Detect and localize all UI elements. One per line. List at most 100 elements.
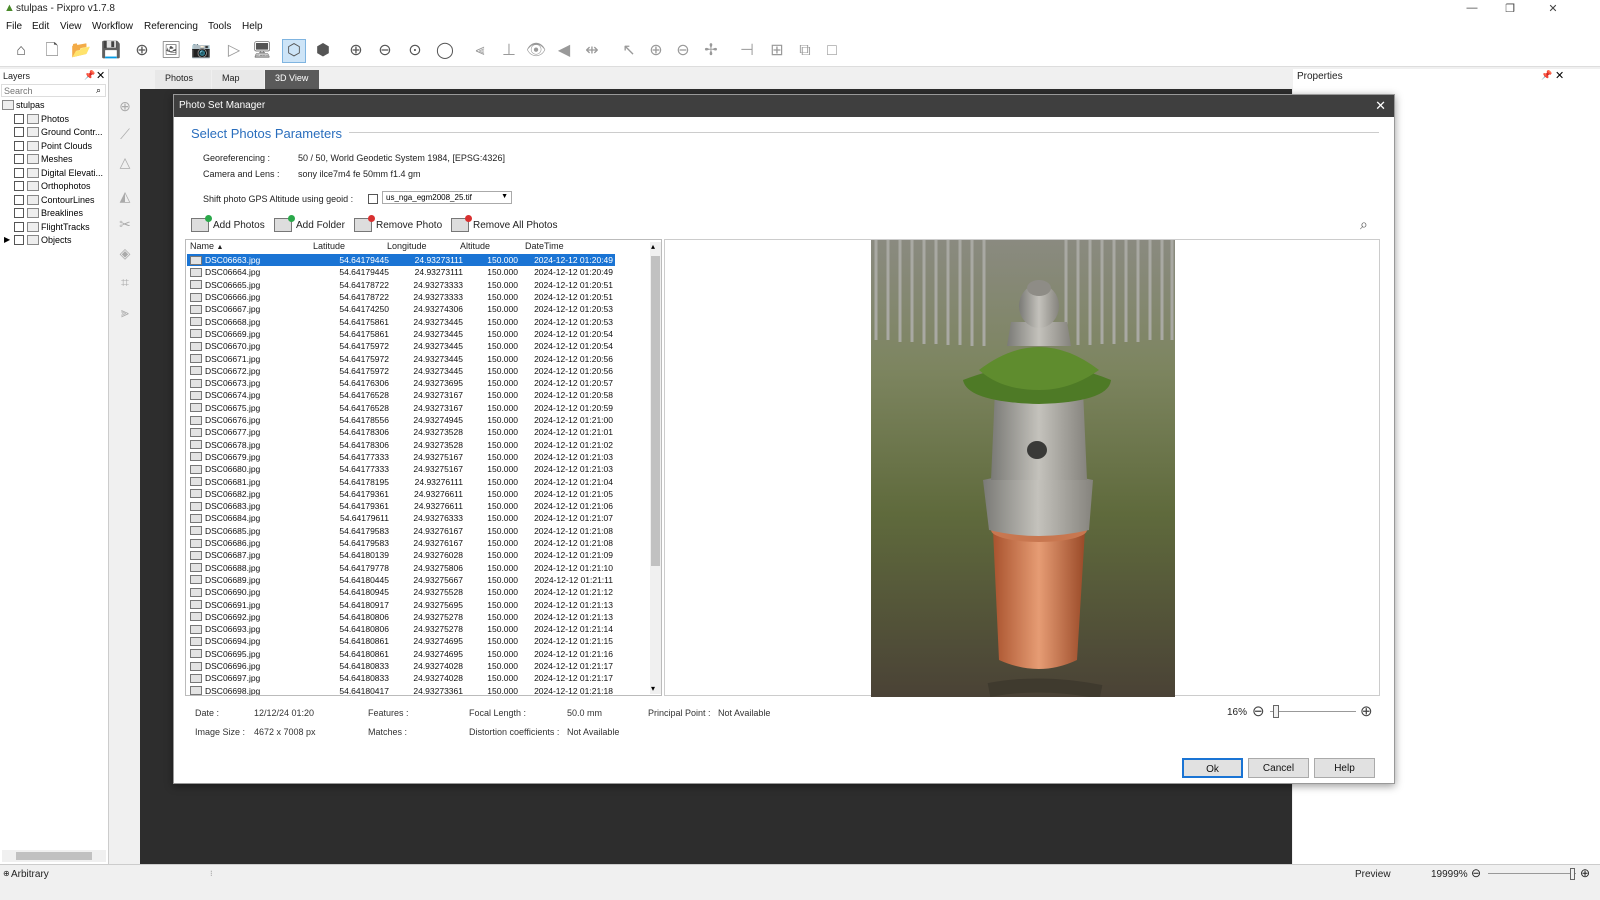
scroll-up-icon[interactable]: ▴ bbox=[651, 242, 655, 251]
eye-icon[interactable]: 👁 bbox=[524, 39, 548, 63]
menu-edit[interactable]: Edit bbox=[32, 21, 49, 32]
layer-item-contourlines[interactable]: ContourLines bbox=[14, 193, 95, 206]
layer-checkbox[interactable] bbox=[14, 113, 24, 124]
zoom-extent-icon[interactable]: ◯ bbox=[433, 39, 457, 63]
table-row[interactable]: DSC06687.jpg 54.64180139 24.93276028 150.00… bbox=[187, 549, 615, 561]
table-row[interactable]: DSC06689.jpg 54.64180445 24.93275667 150.00… bbox=[187, 574, 615, 586]
layers-search-input[interactable] bbox=[1, 84, 106, 97]
layer-checkbox[interactable] bbox=[14, 221, 24, 232]
close-icon[interactable]: ✕ bbox=[1375, 98, 1386, 114]
menu-tools[interactable]: Tools bbox=[208, 21, 231, 32]
square-icon[interactable]: □ bbox=[820, 39, 844, 63]
layer-item-breaklines[interactable]: Breaklines bbox=[14, 206, 83, 219]
pointer-icon[interactable]: ↖ bbox=[617, 39, 641, 63]
layer-checkbox[interactable] bbox=[14, 180, 24, 191]
column-header-latitude[interactable]: Latitude bbox=[313, 241, 345, 251]
table-row[interactable]: DSC06681.jpg 54.64178195 24.93276111 150.00… bbox=[187, 475, 615, 487]
tab-photos[interactable]: Photos bbox=[155, 70, 211, 89]
table-row[interactable]: DSC06663.jpg 54.64179445 24.93273111 150.00… bbox=[187, 254, 615, 267]
expand-arrow-icon[interactable]: ▶ bbox=[4, 235, 10, 244]
move-point-icon[interactable]: ✢ bbox=[699, 39, 723, 63]
menu-view[interactable]: View bbox=[60, 21, 82, 32]
layer-item-flighttracks[interactable]: FlightTracks bbox=[14, 220, 90, 233]
layer-item-ground-control[interactable]: Ground Contr... bbox=[14, 125, 103, 138]
table-row[interactable]: DSC06682.jpg 54.64179361 24.93276611 150.00… bbox=[187, 488, 615, 500]
target-icon[interactable]: ⊕ bbox=[130, 39, 154, 63]
table-row[interactable]: DSC06688.jpg 54.64179778 24.93275806 150.00… bbox=[187, 562, 615, 574]
crosshair-icon[interactable]: ⊕ bbox=[115, 98, 135, 118]
close-panel-icon[interactable]: ✕ bbox=[1555, 69, 1564, 82]
layer-checkbox[interactable] bbox=[14, 140, 24, 151]
column-header-longitude[interactable]: Longitude bbox=[387, 241, 427, 251]
remove-all-photos-button[interactable]: Remove All Photos bbox=[451, 215, 558, 234]
layer-checkbox[interactable] bbox=[14, 126, 24, 137]
menu-referencing[interactable]: Referencing bbox=[144, 21, 198, 32]
table-row[interactable]: DSC06691.jpg 54.64180917 24.93275695 150.00… bbox=[187, 598, 615, 610]
search-icon[interactable]: ⌕ bbox=[96, 85, 101, 96]
hscroll-thumb[interactable] bbox=[16, 852, 92, 860]
layer-item-dem[interactable]: Digital Elevati... bbox=[14, 166, 103, 179]
close-window-button[interactable]: ✕ bbox=[1538, 2, 1568, 16]
table-row[interactable]: DSC06685.jpg 54.64179583 24.93276167 150.00… bbox=[187, 525, 615, 537]
table-row[interactable]: DSC06672.jpg 54.64175972 24.93273445 150.00… bbox=[187, 365, 615, 377]
layers-view-icon[interactable]: ⧉ bbox=[793, 39, 817, 63]
table-row[interactable]: DSC06675.jpg 54.64176528 24.93273167 150.00… bbox=[187, 402, 615, 414]
shape-icon[interactable]: ◭ bbox=[115, 188, 135, 208]
scroll-down-icon[interactable]: ▾ bbox=[651, 684, 655, 693]
add-photos-button[interactable]: Add Photos bbox=[191, 215, 265, 234]
table-row[interactable]: DSC06697.jpg 54.64180833 24.93274028 150.00… bbox=[187, 672, 615, 684]
zoom-out-icon[interactable]: ⊖ bbox=[1252, 702, 1265, 720]
add-point-icon[interactable]: ⊕ bbox=[644, 39, 668, 63]
cube-outline-icon[interactable]: ⬢ bbox=[311, 39, 335, 63]
status-zoom-track[interactable] bbox=[1488, 873, 1576, 874]
preview-zoom-thumb[interactable] bbox=[1273, 705, 1280, 718]
table-row[interactable]: DSC06698.jpg 54.64180417 24.93273361 150.00… bbox=[187, 685, 615, 695]
table-row[interactable]: DSC06692.jpg 54.64180806 24.93275278 150.00… bbox=[187, 611, 615, 623]
table-row[interactable]: DSC06665.jpg 54.64178722 24.93273333 150.00… bbox=[187, 279, 615, 291]
layer-item-orthophotos[interactable]: Orthophotos bbox=[14, 179, 91, 192]
table-row[interactable]: DSC06684.jpg 54.64179611 24.93276333 150.00… bbox=[187, 512, 615, 524]
cube-3d-icon[interactable]: ⬡ bbox=[282, 39, 306, 63]
search-icon[interactable]: ⌕ bbox=[1360, 216, 1368, 233]
table-row[interactable]: DSC06690.jpg 54.64180945 24.93275528 150.00… bbox=[187, 586, 615, 598]
cut-icon[interactable]: ✂ bbox=[115, 216, 135, 236]
table-row[interactable]: DSC06696.jpg 54.64180833 24.93274028 150.00… bbox=[187, 660, 615, 672]
layer-item-meshes[interactable]: Meshes bbox=[14, 152, 73, 165]
monitor-icon[interactable]: 🖥 bbox=[250, 39, 274, 63]
pin-icon[interactable]: 📌 bbox=[1541, 70, 1552, 81]
zoom-in-icon[interactable]: ⊕ bbox=[344, 39, 368, 63]
preview-zoom-track[interactable] bbox=[1270, 711, 1356, 712]
photo-preview[interactable] bbox=[664, 239, 1380, 697]
polyline-icon[interactable]: ⟋ bbox=[115, 126, 135, 146]
remove-point-icon[interactable]: ⊖ bbox=[671, 39, 695, 63]
zoom-fit-icon[interactable]: ⊙ bbox=[403, 39, 427, 63]
tab-3d-view[interactable]: 3D View bbox=[265, 70, 319, 89]
list-scrollbar[interactable]: ▴ ▾ bbox=[650, 242, 661, 694]
table-row[interactable]: DSC06670.jpg 54.64175972 24.93273445 150.00… bbox=[187, 340, 615, 352]
new-file-icon[interactable]: 🗋 bbox=[40, 39, 64, 63]
zoom-in-icon[interactable]: ⊕ bbox=[1360, 702, 1373, 720]
table-row[interactable]: DSC06677.jpg 54.64178306 24.93273528 150.00… bbox=[187, 426, 615, 438]
table-row[interactable]: DSC06673.jpg 54.64176306 24.93273695 150.00… bbox=[187, 377, 615, 389]
save-icon[interactable]: 💾 bbox=[99, 39, 123, 63]
measure-icon[interactable]: ⊥ bbox=[497, 39, 521, 63]
home-icon[interactable]: ⌂ bbox=[9, 39, 33, 63]
column-header-datetime[interactable]: DateTime bbox=[525, 241, 564, 251]
table-row[interactable]: DSC06676.jpg 54.64178556 24.93274945 150.00… bbox=[187, 414, 615, 426]
layer-checkbox[interactable] bbox=[14, 234, 24, 245]
table-row[interactable]: DSC06669.jpg 54.64175861 24.93273445 150.00… bbox=[187, 328, 615, 340]
crop-icon[interactable]: ⌗ bbox=[115, 274, 135, 294]
table-row[interactable]: DSC06686.jpg 54.64179583 24.93276167 150.00… bbox=[187, 537, 615, 549]
pin-icon[interactable]: 📌 bbox=[84, 70, 95, 81]
align-left-icon[interactable]: ⫷ bbox=[468, 39, 492, 63]
image-icon[interactable]: 🖼 bbox=[159, 39, 183, 63]
add-folder-button[interactable]: Add Folder bbox=[274, 215, 345, 234]
column-header-name[interactable]: Name ▲ bbox=[190, 241, 223, 251]
open-folder-icon[interactable]: 📂 bbox=[69, 39, 93, 63]
geoid-select[interactable]: us_nga_egm2008_25.tif ▼ bbox=[382, 191, 512, 204]
layer-item-objects[interactable]: Objects bbox=[14, 233, 72, 246]
arrow-left-icon[interactable]: ◀ bbox=[552, 39, 576, 63]
table-row[interactable]: DSC06683.jpg 54.64179361 24.93276611 150.00… bbox=[187, 500, 615, 512]
minimize-button[interactable]: — bbox=[1457, 2, 1487, 16]
table-row[interactable]: DSC06679.jpg 54.64177333 24.93275167 150.00… bbox=[187, 451, 615, 463]
